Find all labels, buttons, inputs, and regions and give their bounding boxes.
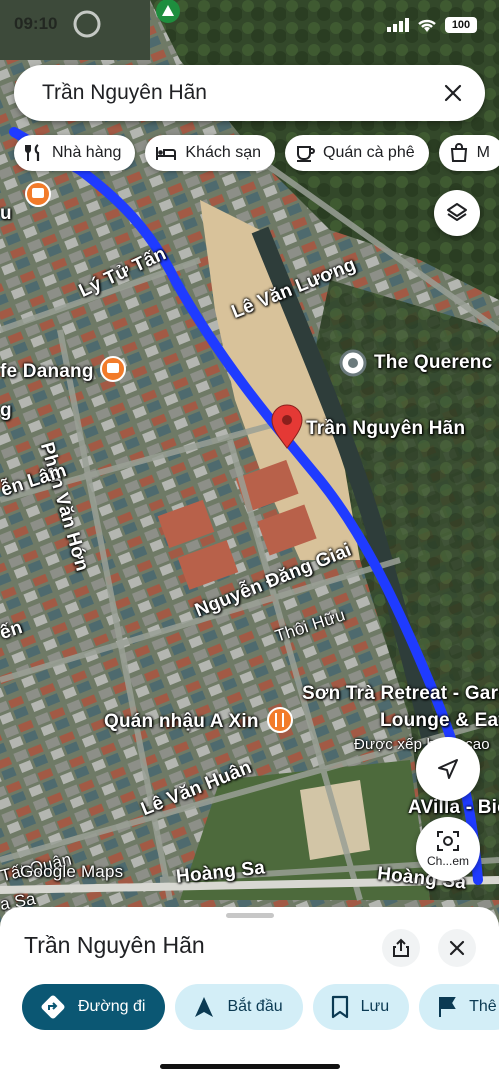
- start-button[interactable]: Bắt đầu: [175, 984, 303, 1030]
- chip-restaurants[interactable]: Nhà hàng: [14, 135, 136, 171]
- poi-label[interactable]: fe Danang: [0, 361, 94, 383]
- google-maps-attribution: Google Maps: [20, 862, 124, 881]
- action-label: Đường đi: [78, 998, 146, 1015]
- fork-knife-icon: [25, 144, 40, 161]
- layers-icon: [447, 203, 467, 221]
- bookmark-icon: [331, 995, 348, 1019]
- chip-label: M: [476, 144, 490, 161]
- sheet-actions: Đường đi Bắt đầu Lưu Thê: [22, 984, 499, 1030]
- shopping-bag-icon: [450, 143, 467, 162]
- action-label: Lưu: [360, 998, 390, 1015]
- place-title: Trần Nguyên Hãn: [24, 932, 205, 958]
- poi-label[interactable]: Lounge & Eat: [380, 710, 499, 732]
- close-sheet-button[interactable]: [438, 929, 476, 967]
- chip-label: Quán cà phê: [323, 144, 415, 161]
- chip-hotels[interactable]: Khách sạn: [145, 135, 275, 171]
- add-label-button[interactable]: Thê: [419, 984, 499, 1030]
- bed-icon: [156, 147, 177, 160]
- my-location-button[interactable]: [416, 737, 480, 801]
- poi-label[interactable]: Sơn Trà Retreat - Gard: [302, 683, 499, 705]
- directions-icon: [41, 995, 65, 1019]
- chip-label: Nhà hàng: [52, 144, 122, 161]
- location-arrow-icon: [438, 759, 458, 779]
- close-icon: [449, 940, 465, 956]
- home-indicator[interactable]: [160, 1064, 340, 1069]
- chip-coffee[interactable]: Quán cà phê: [285, 135, 429, 171]
- category-chips: Nhà hàng Khách sạn Quán cà phê M: [14, 135, 499, 171]
- close-search-button[interactable]: [439, 79, 467, 107]
- street-label: u: [0, 203, 12, 224]
- layers-button[interactable]: [434, 190, 480, 236]
- directions-button[interactable]: Đường đi: [22, 984, 166, 1030]
- battery-icon: 100: [445, 17, 477, 33]
- chip-label: Khách sạn: [185, 144, 261, 161]
- search-input[interactable]: Trần Nguyên Hãn: [42, 81, 439, 105]
- action-label: Bắt đầu: [227, 998, 283, 1015]
- save-button[interactable]: Lưu: [312, 984, 410, 1030]
- camera-scan-icon: [437, 831, 459, 851]
- pin-label[interactable]: Trần Nguyên Hãn: [306, 418, 465, 440]
- street-label: g: [0, 400, 12, 421]
- wifi-icon: [418, 19, 436, 32]
- status-time: 09:10: [14, 14, 58, 33]
- flag-icon: [439, 997, 456, 1017]
- navigation-arrow-icon: [195, 997, 214, 1017]
- sheet-grabber[interactable]: [226, 913, 274, 918]
- status-bar: 09:10 100: [0, 0, 499, 50]
- search-bar[interactable]: Trần Nguyên Hãn: [14, 65, 485, 121]
- coffee-cup-icon: [297, 146, 315, 162]
- street-view-label: Ch...em: [426, 854, 469, 868]
- poi-label[interactable]: The Querenc: [374, 352, 492, 374]
- share-button[interactable]: [382, 929, 420, 967]
- close-icon: [444, 84, 462, 102]
- street-view-button[interactable]: Ch...em: [416, 817, 480, 881]
- chip-shopping[interactable]: M: [438, 135, 499, 171]
- signal-icon: [387, 18, 409, 32]
- action-label: Thê: [469, 998, 497, 1015]
- share-icon: [393, 938, 409, 957]
- poi-label[interactable]: Quán nhậu A Xin: [104, 711, 259, 733]
